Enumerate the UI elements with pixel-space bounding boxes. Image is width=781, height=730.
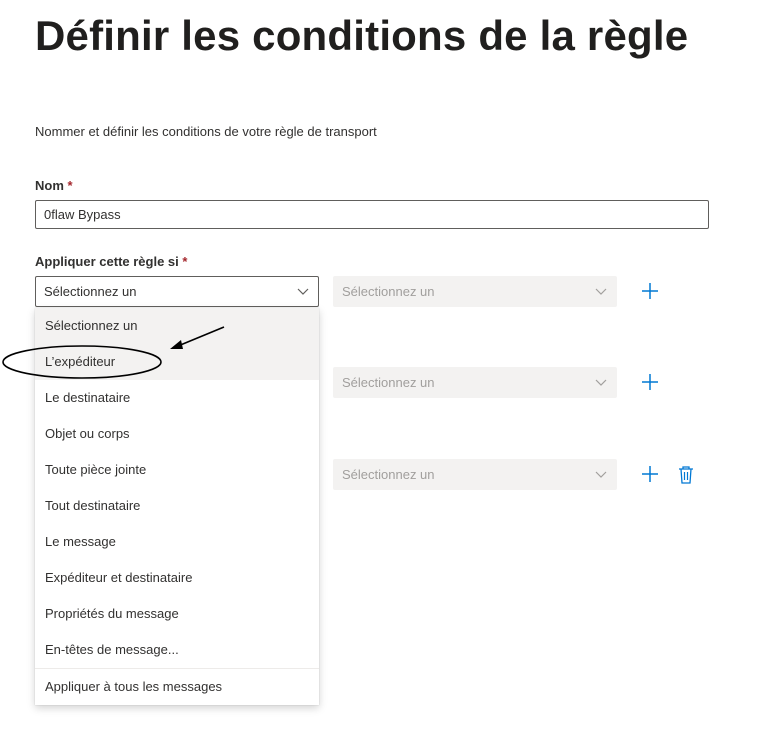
name-field-label: Nom * [35, 178, 73, 193]
menu-item-any-attachment[interactable]: Toute pièce jointe [35, 452, 319, 488]
chevron-down-icon [297, 285, 309, 297]
menu-item-subject-or-body[interactable]: Objet ou corps [35, 416, 319, 452]
page-title: Définir les conditions de la règle [35, 12, 689, 59]
name-input[interactable]: 0flaw Bypass [35, 200, 709, 229]
menu-item-message-headers[interactable]: En-têtes de message... [35, 632, 319, 668]
trash-icon [679, 466, 693, 484]
condition-secondary-dropdown: Sélectionnez un [333, 459, 617, 490]
menu-item-any-recipient[interactable]: Tout destinataire [35, 488, 319, 524]
condition-label-text: Appliquer cette règle si [35, 254, 179, 269]
menu-item-message-properties[interactable]: Propriétés du message [35, 596, 319, 632]
condition-secondary-dropdown: Sélectionnez un [333, 367, 617, 398]
plus-icon [642, 374, 658, 390]
dropdown-value: Sélectionnez un [44, 284, 137, 299]
chevron-down-icon [595, 285, 607, 297]
chevron-down-icon [595, 376, 607, 388]
dropdown-value: Sélectionnez un [342, 375, 435, 390]
menu-item-recipient[interactable]: Le destinataire [35, 380, 319, 416]
required-mark: * [67, 178, 73, 193]
menu-item-sender[interactable]: L’expéditeur [35, 344, 319, 380]
dropdown-value: Sélectionnez un [342, 467, 435, 482]
chevron-down-icon [595, 468, 607, 480]
add-condition-button[interactable] [640, 464, 660, 484]
add-condition-button[interactable] [640, 372, 660, 392]
dropdown-value: Sélectionnez un [342, 284, 435, 299]
required-mark: * [182, 254, 188, 269]
delete-condition-button[interactable] [677, 465, 695, 485]
menu-item-message[interactable]: Le message [35, 524, 319, 560]
condition-secondary-dropdown: Sélectionnez un [333, 276, 617, 307]
menu-item-apply-to-all[interactable]: Appliquer à tous les messages [35, 669, 319, 705]
plus-icon [642, 466, 658, 482]
page-subtitle: Nommer et définir les conditions de votr… [35, 124, 377, 139]
menu-item-select-one[interactable]: Sélectionnez un [35, 308, 319, 344]
name-label-text: Nom [35, 178, 64, 193]
menu-item-sender-and-recipient[interactable]: Expéditeur et destinataire [35, 560, 319, 596]
condition-primary-dropdown[interactable]: Sélectionnez un [35, 276, 319, 307]
condition-dropdown-menu: Sélectionnez un L’expéditeur Le destinat… [35, 308, 319, 705]
condition-label: Appliquer cette règle si * [35, 254, 187, 269]
add-condition-button[interactable] [640, 281, 660, 301]
plus-icon [642, 283, 658, 299]
